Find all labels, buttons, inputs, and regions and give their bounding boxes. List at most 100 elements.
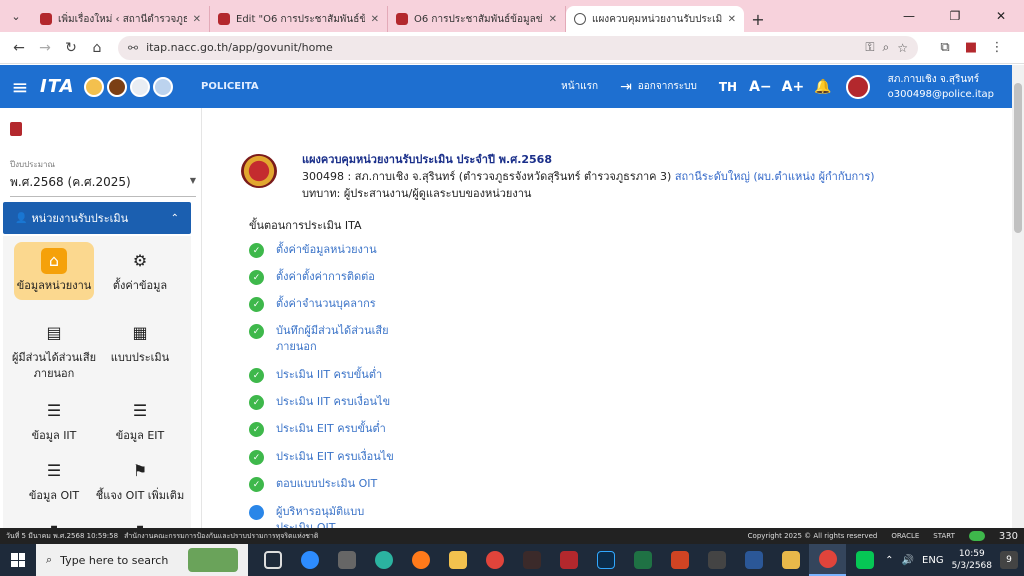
font-increase-button[interactable]: A+ bbox=[782, 79, 805, 95]
line-app-icon[interactable] bbox=[846, 544, 883, 576]
home-browser-icon[interactable]: ⌂ bbox=[84, 35, 110, 61]
profile-badge-icon[interactable]: ■ bbox=[958, 35, 984, 61]
step-item[interactable]: ✓ บันทึกผู้มีส่วนได้ส่วนเสีย ภายนอก bbox=[249, 323, 396, 355]
hamburger-menu-icon[interactable]: ≡ bbox=[0, 65, 40, 108]
home-icon: ⌂ bbox=[41, 248, 67, 274]
step-item[interactable]: ผู้บริหารอนุมัติแบบประเมิน OIT bbox=[249, 504, 396, 528]
search-icon: ⌕ bbox=[46, 553, 53, 566]
folder-app-icon[interactable] bbox=[772, 544, 809, 576]
zoom-icon[interactable]: ⌕ bbox=[883, 40, 890, 55]
restore-icon[interactable]: ❐ bbox=[932, 0, 978, 32]
minimize-icon[interactable]: — bbox=[886, 0, 932, 32]
scrollbar-thumb[interactable] bbox=[1014, 83, 1022, 233]
step-item[interactable]: ✓ ประเมิน EIT ครบเงื่อนไข bbox=[249, 449, 396, 465]
key-icon[interactable]: ⚿ bbox=[865, 40, 874, 55]
clock[interactable]: 10:59 5/3/2568 bbox=[952, 548, 992, 572]
sidebar-item-oit[interactable]: ☰ ข้อมูล OIT bbox=[9, 458, 99, 504]
new-tab-button[interactable]: + bbox=[744, 6, 772, 32]
pending-circle-icon bbox=[249, 505, 264, 520]
agency-seals bbox=[84, 76, 173, 97]
forward-icon[interactable]: → bbox=[32, 35, 58, 61]
file-explorer-app-icon[interactable] bbox=[439, 544, 476, 576]
page-scrollbar[interactable] bbox=[1012, 65, 1024, 528]
site-info-icon[interactable]: ⚯ bbox=[128, 41, 138, 55]
back-icon[interactable]: ← bbox=[6, 35, 32, 61]
home-link[interactable]: หน้าแรก bbox=[561, 79, 598, 94]
tab-favicon bbox=[218, 13, 230, 25]
browser-menu-icon[interactable]: ⋮ bbox=[984, 35, 1010, 61]
photoshop-app-icon[interactable] bbox=[587, 544, 624, 576]
font-decrease-button[interactable]: A− bbox=[749, 79, 772, 95]
sidebar-item-unit-info[interactable]: ⌂ ข้อมูลหน่วยงาน bbox=[14, 242, 94, 300]
edge-app-icon[interactable] bbox=[365, 544, 402, 576]
qr-icon: ▦ bbox=[132, 323, 148, 342]
tab-search-icon[interactable]: ⌄ bbox=[0, 0, 32, 32]
sidebar-item-settings[interactable]: ⚙ ตั้งค่าข้อมูล bbox=[95, 248, 185, 294]
tab-close-icon[interactable]: ✕ bbox=[193, 14, 201, 25]
url-input[interactable]: ⚯ itap.nacc.go.th/app/govunit/home ⚿ ⌕ ☆ bbox=[118, 35, 918, 60]
close-window-icon[interactable]: ✕ bbox=[978, 0, 1024, 32]
input-language[interactable]: ENG bbox=[922, 555, 944, 566]
budget-year-select[interactable]: ปีงบประมาณ พ.ศ.2568 (ค.ศ.2025) ▼ bbox=[10, 158, 196, 197]
powerpoint-app-icon[interactable] bbox=[661, 544, 698, 576]
sidebar-item-oit-extra[interactable]: ⚑ ชี้แจง OIT เพิ่มเติม bbox=[95, 458, 185, 504]
user-info[interactable]: สภ.กาบเชิง จ.สุรินทร์ o300498@police.ita… bbox=[888, 72, 994, 102]
sidebar-item-iit[interactable]: ☰ ข้อมูล IIT bbox=[9, 398, 99, 444]
step-item[interactable]: ✓ ประเมิน IIT ครบเงื่อนไข bbox=[249, 394, 396, 410]
sidebar-item-assessment-form[interactable]: ▦ แบบประเมิน bbox=[95, 320, 185, 366]
browser-tab-1[interactable]: เพิ่มเรื่องใหม่ ‹ สถานีตำรวจภูธรกาบเชิง … bbox=[32, 6, 210, 32]
step-item[interactable]: ✓ ตอบแบบประเมิน OIT bbox=[249, 476, 396, 492]
windows-start-button[interactable] bbox=[0, 544, 36, 576]
brand-label: POLICEITA bbox=[201, 81, 259, 92]
sidebar: ปีงบประมาณ พ.ศ.2568 (ค.ศ.2025) ▼ 👤 หน่วยง… bbox=[0, 108, 202, 528]
language-switch[interactable]: TH bbox=[719, 80, 737, 94]
sidebar-item-more[interactable]: ▮ bbox=[95, 518, 185, 529]
reload-icon[interactable]: ↻ bbox=[58, 35, 84, 61]
step-item[interactable]: ✓ ประเมิน EIT ครบขั้นต่ำ bbox=[249, 421, 396, 437]
tray-expand-icon[interactable]: ⌃ bbox=[885, 555, 893, 566]
tab-close-icon[interactable]: ✕ bbox=[728, 14, 736, 25]
avatar[interactable] bbox=[845, 74, 870, 99]
unit-type-link[interactable]: สถานีระดับใหญ่ (ผบ.ตำแหน่ง ผู้กำกับการ) bbox=[675, 170, 875, 183]
bookmark-star-icon[interactable]: ☆ bbox=[897, 41, 908, 55]
firefox-app-icon[interactable] bbox=[402, 544, 439, 576]
app-icon[interactable] bbox=[698, 544, 735, 576]
tab-close-icon[interactable]: ✕ bbox=[549, 14, 557, 25]
taskbar-search-input[interactable]: ⌕ Type here to search bbox=[36, 544, 248, 576]
step-item[interactable]: ✓ ตั้งค่าจำนวนบุคลากร bbox=[249, 296, 396, 312]
browser-tab-4-active[interactable]: แผงควบคุมหน่วยงานรับประเมิน - ITA ✕ bbox=[566, 6, 744, 32]
tab-favicon bbox=[396, 13, 408, 25]
word-app-icon[interactable] bbox=[735, 544, 772, 576]
notification-center-icon[interactable]: 9 bbox=[1000, 551, 1018, 569]
volume-icon[interactable]: 🔊 bbox=[902, 555, 914, 566]
browser-tab-3[interactable]: O6 การประชาสัมพันธ์ข้อมูลข่าวสาร ✕ bbox=[388, 6, 566, 32]
tab-close-icon[interactable]: ✕ bbox=[371, 14, 379, 25]
check-circle-icon: ✓ bbox=[249, 368, 264, 383]
sidebar-item-stakeholders[interactable]: ▤ ผู้มีส่วนได้ส่วนเสีย ภายนอก bbox=[9, 320, 99, 382]
step-label: ตั้งค่าตั้งค่าการติดต่อ bbox=[276, 270, 375, 283]
zoom-app-icon[interactable] bbox=[291, 544, 328, 576]
excel-app-icon[interactable] bbox=[624, 544, 661, 576]
sidebar-item-eit[interactable]: ☰ ข้อมูล EIT bbox=[95, 398, 185, 444]
bar-chart-icon: ▮ bbox=[41, 518, 67, 529]
browser-tab-2[interactable]: Edit "O6 การประชาสัมพันธ์ข้อมูลข่าวสาร ✕ bbox=[210, 6, 388, 32]
sidebar-item-more[interactable]: ▮ bbox=[9, 518, 99, 529]
chrome-app-icon[interactable] bbox=[476, 544, 513, 576]
step-item[interactable]: ✓ ตั้งค่าข้อมูลหน่วยงาน bbox=[249, 242, 396, 258]
panel-header-assessed-unit[interactable]: 👤 หน่วยงานรับประเมิน ⌃ bbox=[3, 202, 191, 234]
step-item[interactable]: ✓ ประเมิน IIT ครบขั้นต่ำ bbox=[249, 367, 396, 383]
chrome-active-app-icon[interactable] bbox=[809, 544, 846, 576]
police-seal-icon bbox=[241, 154, 277, 188]
globe-icon bbox=[574, 13, 586, 25]
police-badge-icon bbox=[10, 122, 22, 136]
notification-bell-icon[interactable]: 🔔 bbox=[814, 79, 831, 95]
bar-chart-icon: ▮ bbox=[127, 518, 153, 529]
check-circle-icon: ✓ bbox=[249, 395, 264, 410]
logout-button[interactable]: ⇥ ออกจากระบบ bbox=[620, 79, 697, 95]
calculator-app-icon[interactable] bbox=[328, 544, 365, 576]
extensions-icon[interactable]: ⧉ bbox=[932, 35, 958, 61]
police-app-icon[interactable] bbox=[550, 544, 587, 576]
step-item[interactable]: ✓ ตั้งค่าตั้งค่าการติดต่อ bbox=[249, 269, 396, 285]
task-view-icon[interactable] bbox=[254, 544, 291, 576]
app-icon[interactable] bbox=[513, 544, 550, 576]
